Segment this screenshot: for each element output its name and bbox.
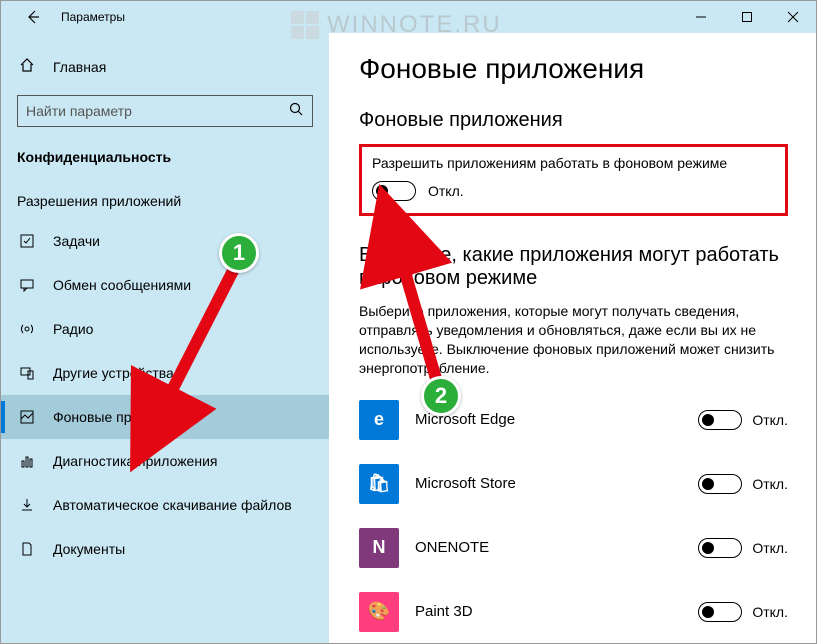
app-row: N ONENOTE Откл. <box>359 528 788 568</box>
sidebar-item-tasks[interactable]: Задачи <box>1 219 329 263</box>
devices-icon <box>17 365 37 381</box>
search-icon <box>288 101 304 122</box>
background-apps-icon <box>17 409 37 425</box>
search-input[interactable] <box>26 103 288 119</box>
app-name: ONENOTE <box>415 539 698 556</box>
close-button[interactable] <box>770 1 816 33</box>
app-toggle[interactable] <box>698 602 742 622</box>
app-toggle[interactable] <box>698 410 742 430</box>
settings-window: Параметры Главная Конфиденциальность Раз… <box>0 0 817 644</box>
app-name: Paint 3D <box>415 603 698 620</box>
sidebar-item-label: Автоматическое скачивание файлов <box>53 497 292 513</box>
radio-icon <box>17 321 37 337</box>
app-row: 🎨 Paint 3D Откл. <box>359 592 788 632</box>
minimize-button[interactable] <box>678 1 724 33</box>
app-toggle-label: Откл. <box>752 540 788 556</box>
highlight-box: Разрешить приложениям работать в фоновом… <box>359 144 788 216</box>
setting-description: Разрешить приложениям работать в фоновом… <box>372 155 775 171</box>
app-row: e Microsoft Edge Откл. <box>359 400 788 440</box>
sidebar-item-other-devices[interactable]: Другие устройства <box>1 351 329 395</box>
app-icon-paint3d: 🎨 <box>359 592 399 632</box>
sidebar-item-label: Задачи <box>53 233 100 249</box>
sidebar-item-app-diagnostics[interactable]: Диагностика приложения <box>1 439 329 483</box>
app-list: e Microsoft Edge Откл. 🛍 Microsoft Store… <box>359 400 788 632</box>
search-box[interactable] <box>17 95 313 127</box>
master-toggle[interactable] <box>372 181 416 201</box>
sidebar-item-messaging[interactable]: Обмен сообщениями <box>1 263 329 307</box>
sidebar-item-label: Фоновые приложения <box>53 409 196 425</box>
sidebar-item-radio[interactable]: Радио <box>1 307 329 351</box>
subsection-title: Разрешения приложений <box>1 175 329 219</box>
sidebar-item-documents[interactable]: Документы <box>1 527 329 571</box>
main-content: Фоновые приложения Фоновые приложения Ра… <box>329 33 816 643</box>
section-title: Конфиденциальность <box>1 139 329 175</box>
sidebar-item-label: Другие устройства <box>53 365 174 381</box>
messaging-icon <box>17 277 37 293</box>
app-toggle-label: Откл. <box>752 412 788 428</box>
app-name: Microsoft Store <box>415 475 698 492</box>
app-icon-edge: e <box>359 400 399 440</box>
home-link[interactable]: Главная <box>1 47 329 87</box>
sidebar-item-label: Диагностика приложения <box>53 453 217 469</box>
section1-heading: Фоновые приложения <box>359 109 788 132</box>
sidebar-item-label: Документы <box>53 541 125 557</box>
section2-heading: Выберите, какие приложения могут работат… <box>359 244 788 290</box>
app-name: Microsoft Edge <box>415 411 698 428</box>
master-toggle-label: Откл. <box>428 183 464 199</box>
back-button[interactable] <box>13 1 53 33</box>
documents-icon <box>17 541 37 557</box>
home-icon <box>17 57 37 78</box>
sidebar: Главная Конфиденциальность Разрешения пр… <box>1 33 329 643</box>
app-toggle[interactable] <box>698 474 742 494</box>
app-toggle-label: Откл. <box>752 476 788 492</box>
app-row: 🛍 Microsoft Store Откл. <box>359 464 788 504</box>
diagnostics-icon <box>17 453 37 469</box>
tasks-icon <box>17 233 37 249</box>
home-label: Главная <box>53 59 106 75</box>
app-toggle[interactable] <box>698 538 742 558</box>
sidebar-item-auto-download[interactable]: Автоматическое скачивание файлов <box>1 483 329 527</box>
download-icon <box>17 497 37 513</box>
window-title: Параметры <box>61 10 125 24</box>
app-icon-store: 🛍 <box>359 464 399 504</box>
app-toggle-label: Откл. <box>752 604 788 620</box>
section2-description: Выберите приложения, которые могут получ… <box>359 302 779 378</box>
sidebar-item-label: Радио <box>53 321 93 337</box>
page-title: Фоновые приложения <box>359 53 788 85</box>
sidebar-item-background-apps[interactable]: Фоновые приложения <box>1 395 329 439</box>
app-icon-onenote: N <box>359 528 399 568</box>
sidebar-item-label: Обмен сообщениями <box>53 277 191 293</box>
titlebar: Параметры <box>1 1 816 33</box>
maximize-button[interactable] <box>724 1 770 33</box>
